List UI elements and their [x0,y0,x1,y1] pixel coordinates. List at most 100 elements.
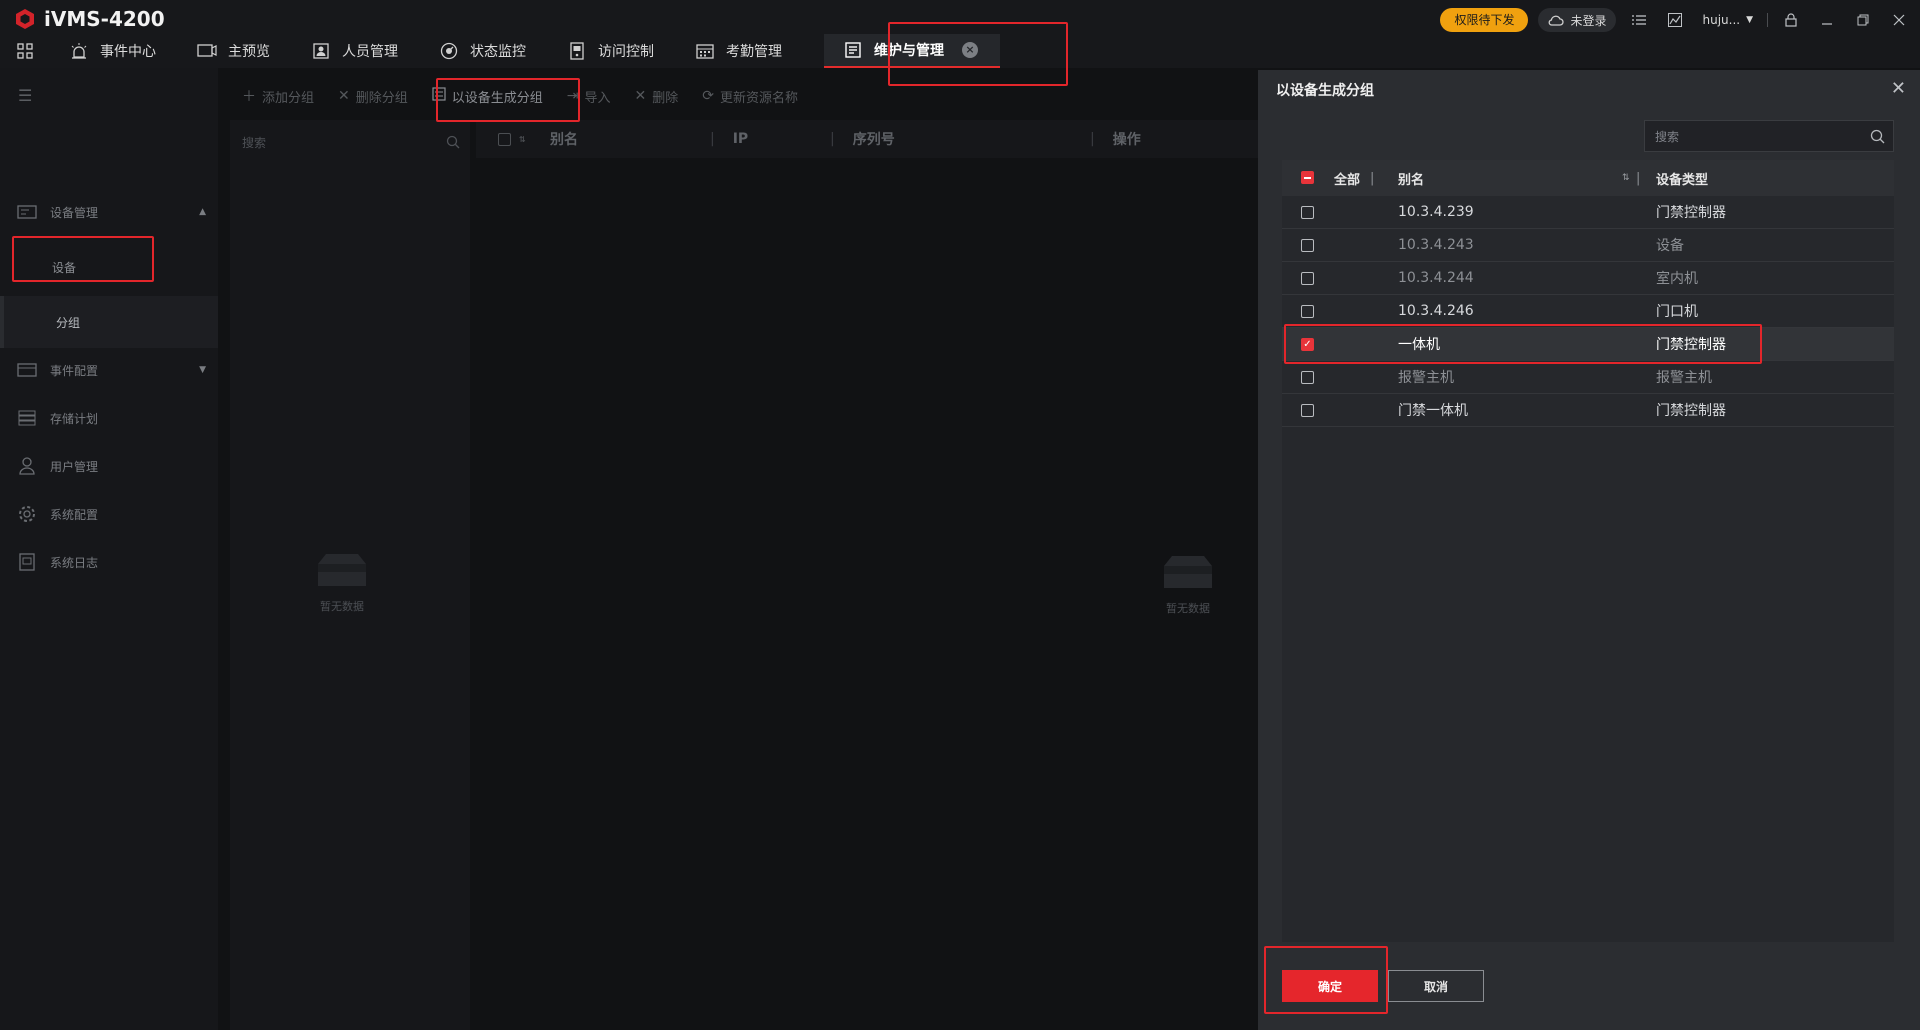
sidebar-item-label: 用户管理 [50,459,99,474]
close-icon[interactable] [1886,9,1912,31]
row-checkbox[interactable] [1301,271,1314,285]
col-divider: | [1090,131,1095,147]
row-checkbox[interactable] [1301,403,1314,417]
plus-icon: ＋ [242,89,256,105]
refresh-icon: ⟳ [702,88,715,104]
cloud-login-button[interactable]: 未登录 [1538,8,1617,32]
col-alias[interactable]: 别名 [1398,169,1424,188]
nav-tab-main-preview[interactable]: 主预览 [178,34,292,68]
title-bar: iVMS-4200 权限待下发 未登录 huju... ▼ 事件中心 主预览 人… [0,0,1920,68]
col-ip[interactable]: | IP [710,120,830,158]
table-row[interactable]: 10.3.4.244 室内机 [1282,262,1894,295]
sidebar-item-system-log[interactable]: 系统日志 [0,538,218,586]
empty-box-icon [318,554,366,586]
permission-pending-badge[interactable]: 权限待下发 [1440,8,1529,32]
list-icon[interactable] [1626,9,1652,31]
nav-tab-attendance[interactable]: 考勤管理 [676,34,804,68]
lock-icon[interactable] [1778,9,1804,31]
dialog-search-input[interactable]: 搜索 [1644,120,1894,152]
sidebar-item-label: 设备管理 [50,205,99,220]
row-device-type: 报警主机 [1656,370,1712,386]
sidebar-item-event-config[interactable]: 事件配置 ▼ [0,346,218,394]
delete-group-button[interactable]: ✕ 删除分组 [326,76,420,116]
import-button[interactable]: ⇥ 导入 [555,76,623,116]
add-group-button[interactable]: ＋ 添加分组 [218,76,326,116]
user-icon [16,456,38,476]
delete-button[interactable]: ✕ 删除 [623,76,691,116]
sidebar-item-user-management[interactable]: 用户管理 [0,442,218,490]
chevron-up-icon: ▲ [199,207,206,217]
sidebar: ☰ 设备管理 ▲ 设备 分组 事件配置 ▼ 存储计划 用户管理 系统配置 系统日… [0,68,218,1030]
select-all-checkbox[interactable] [1301,171,1314,184]
list-header: ⇅ 别名 | IP | 序列号 | 操作 [476,120,1258,158]
search-icon [446,135,460,149]
row-checkbox[interactable] [1301,238,1314,252]
sidebar-subitem-device[interactable]: 设备 [0,241,218,293]
nav-tab-status-monitor[interactable]: 状态监控 [420,34,548,68]
nav-tab-person-management[interactable]: 人员管理 [292,34,420,68]
sidebar-subitem-label: 设备 [52,260,77,275]
restore-icon[interactable] [1850,9,1876,31]
table-row[interactable]: 10.3.4.243 设备 [1282,229,1894,262]
window-controls: 权限待下发 未登录 huju... ▼ [1440,8,1912,32]
menu-collapse-icon[interactable]: ☰ [18,86,32,105]
empty-state: 暂无数据 [1158,552,1218,616]
sidebar-item-system-config[interactable]: 系统配置 [0,490,218,538]
nav-tab-event-center[interactable]: 事件中心 [50,34,178,68]
select-all-cell: ⇅ [476,120,550,158]
sidebar-subitem-group[interactable]: 分组 [0,296,218,348]
row-device-type: 门禁控制器 [1656,337,1726,353]
group-search-input[interactable]: 搜索 [238,128,462,156]
nav-tab-label: 事件中心 [100,44,156,60]
storage-icon [16,408,38,428]
nav-tab-label: 维护与管理 [874,43,944,59]
table-row-selected[interactable]: ✓ 一体机 门禁控制器 [1282,328,1894,361]
minimize-icon[interactable] [1814,9,1840,31]
x-icon: ✕ [634,88,647,104]
chevron-down-icon: ▼ [199,365,206,375]
app-logo: iVMS-4200 [14,7,165,31]
ok-button[interactable]: 确定 [1282,970,1378,1002]
row-checkbox[interactable] [1301,205,1314,219]
select-all-checkbox[interactable] [498,132,511,146]
nav-tab-maintenance[interactable]: 维护与管理 × [824,34,1000,68]
close-tab-icon[interactable]: × [962,42,978,58]
sort-icon[interactable]: ⇅ [1622,173,1630,183]
chart-icon[interactable] [1662,9,1688,31]
main-nav: 事件中心 主预览 人员管理 状态监控 访问控制 考勤管理 维护与管理 × [0,34,1000,68]
user-menu[interactable]: huju... ▼ [1702,13,1753,27]
table-row[interactable]: 10.3.4.239 门禁控制器 [1282,196,1894,229]
group-tree-panel: 搜索 暂无数据 [230,120,470,1030]
create-group-by-device-button[interactable]: 以设备生成分组 [420,76,555,116]
calendar-icon [694,41,716,61]
table-row[interactable]: 门禁一体机 门禁控制器 [1282,394,1894,427]
dialog-close-icon[interactable]: ✕ [1891,78,1906,99]
col-alias[interactable]: 别名 [550,120,710,158]
col-serial[interactable]: | 序列号 [830,120,1090,158]
row-alias: 10.3.4.239 [1398,204,1474,220]
col-label: 序列号 [852,132,895,148]
row-checkbox[interactable] [1301,304,1314,318]
device-icon [16,202,38,222]
update-resource-names-button[interactable]: ⟳ 更新资源名称 [690,76,810,116]
door-icon [566,41,588,61]
empty-text: 暂无数据 [1166,602,1210,615]
hikvision-logo-icon [16,9,34,29]
nav-tab-label: 状态监控 [470,44,526,60]
row-checkbox[interactable] [1301,370,1314,384]
app-grid-icon[interactable] [0,34,50,68]
row-device-type: 门禁控制器 [1656,403,1726,419]
col-device-type[interactable]: 设备类型 [1656,169,1708,188]
group-device-list: ⇅ 别名 | IP | 序列号 | 操作 暂无数据 [476,120,1258,1030]
cancel-button[interactable]: 取消 [1388,970,1484,1002]
device-table-header: 全部 | 别名 ⇅ | 设备类型 [1282,160,1894,196]
table-row[interactable]: 报警主机 报警主机 [1282,361,1894,394]
sidebar-item-storage-plan[interactable]: 存储计划 [0,394,218,442]
col-operation[interactable]: | 操作 [1090,120,1250,158]
table-row[interactable]: 10.3.4.246 门口机 [1282,295,1894,328]
nav-tab-access-control[interactable]: 访问控制 [548,34,676,68]
search-placeholder: 搜索 [242,135,267,150]
row-alias: 10.3.4.246 [1398,303,1474,319]
row-checkbox-checked[interactable]: ✓ [1301,337,1314,351]
sidebar-item-device-management[interactable]: 设备管理 ▲ [0,188,218,236]
